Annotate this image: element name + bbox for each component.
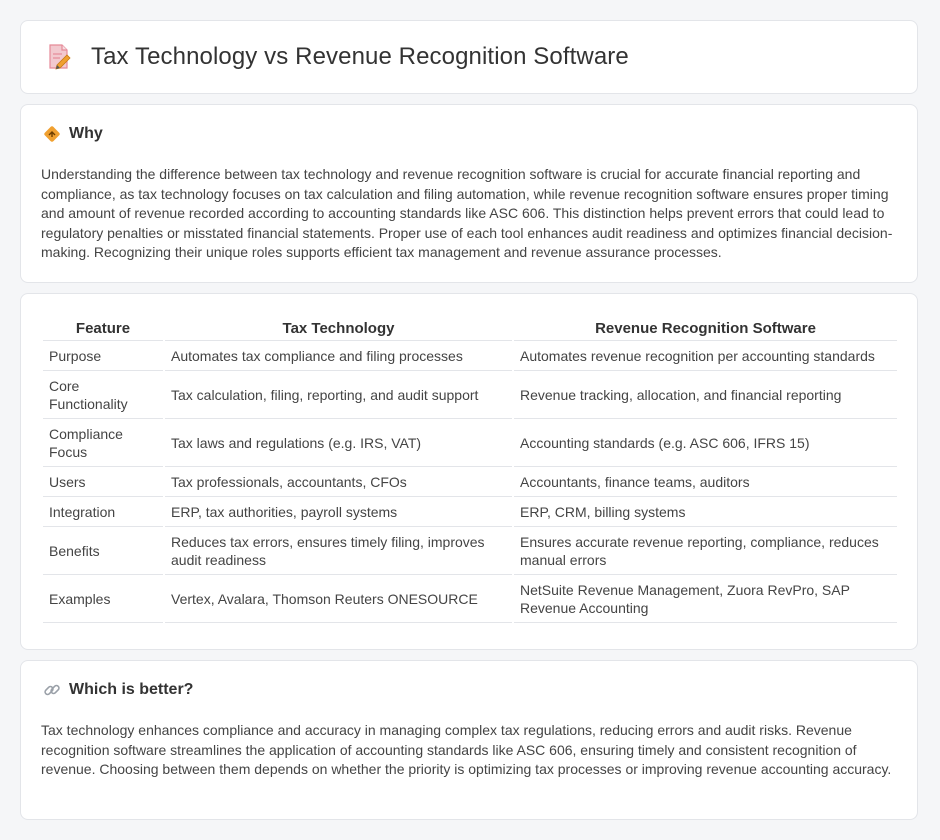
row-feature: Users xyxy=(43,467,163,497)
title-card: Tax Technology vs Revenue Recognition So… xyxy=(20,20,918,94)
row-revenue-value: Revenue tracking, allocation, and financ… xyxy=(514,371,897,419)
comparison-table: Feature Tax Technology Revenue Recogniti… xyxy=(41,316,899,623)
link-icon xyxy=(44,684,60,696)
row-revenue-value: NetSuite Revenue Management, Zuora RevPr… xyxy=(514,575,897,623)
table-row: Purpose Automates tax compliance and fil… xyxy=(43,341,897,371)
row-tax-value: Automates tax compliance and filing proc… xyxy=(165,341,512,371)
better-text: Tax technology enhances compliance and a… xyxy=(41,722,892,778)
row-revenue-value: Accounting standards (e.g. ASC 606, IFRS… xyxy=(514,419,897,467)
row-feature: Compliance Focus xyxy=(43,419,163,467)
which-better-card: Which is better? Tax technology enhances… xyxy=(20,660,918,820)
title-row: Tax Technology vs Revenue Recognition So… xyxy=(47,43,629,71)
row-revenue-value: Automates revenue recognition per accoun… xyxy=(514,341,897,371)
table-row: Examples Vertex, Avalara, Thomson Reuter… xyxy=(43,575,897,623)
why-card: Why Understanding the difference between… xyxy=(20,104,918,283)
row-revenue-value: ERP, CRM, billing systems xyxy=(514,497,897,527)
row-tax-value: ERP, tax authorities, payroll systems xyxy=(165,497,512,527)
row-tax-value: Tax professionals, accountants, CFOs xyxy=(165,467,512,497)
row-tax-value: Tax laws and regulations (e.g. IRS, VAT) xyxy=(165,419,512,467)
why-heading: Why xyxy=(69,125,103,142)
header-revenue-recognition: Revenue Recognition Software xyxy=(514,316,897,341)
row-feature: Integration xyxy=(43,497,163,527)
why-text: Understanding the difference between tax… xyxy=(41,166,893,261)
comparison-card: Feature Tax Technology Revenue Recogniti… xyxy=(20,293,918,650)
row-tax-value: Tax calculation, filing, reporting, and … xyxy=(165,371,512,419)
row-revenue-value: Accountants, finance teams, auditors xyxy=(514,467,897,497)
row-feature: Core Functionality xyxy=(43,371,163,419)
row-tax-value: Vertex, Avalara, Thomson Reuters ONESOUR… xyxy=(165,575,512,623)
better-heading: Which is better? xyxy=(69,681,194,698)
row-feature: Purpose xyxy=(43,341,163,371)
why-header: Why xyxy=(43,125,103,143)
row-tax-value: Reduces tax errors, ensures timely filin… xyxy=(165,527,512,575)
header-feature: Feature xyxy=(43,316,163,341)
table-row: Core Functionality Tax calculation, fili… xyxy=(43,371,897,419)
header-tax-technology: Tax Technology xyxy=(165,316,512,341)
diamond-sign-icon xyxy=(44,126,60,142)
better-header: Which is better? xyxy=(43,681,193,699)
table-row: Integration ERP, tax authorities, payrol… xyxy=(43,497,897,527)
table-row: Users Tax professionals, accountants, CF… xyxy=(43,467,897,497)
document-pencil-icon xyxy=(49,44,71,70)
table-header-row: Feature Tax Technology Revenue Recogniti… xyxy=(43,316,897,341)
row-feature: Examples xyxy=(43,575,163,623)
row-feature: Benefits xyxy=(43,527,163,575)
table-row: Benefits Reduces tax errors, ensures tim… xyxy=(43,527,897,575)
row-revenue-value: Ensures accurate revenue reporting, comp… xyxy=(514,527,897,575)
page-title: Tax Technology vs Revenue Recognition So… xyxy=(91,43,629,70)
table-row: Compliance Focus Tax laws and regulation… xyxy=(43,419,897,467)
